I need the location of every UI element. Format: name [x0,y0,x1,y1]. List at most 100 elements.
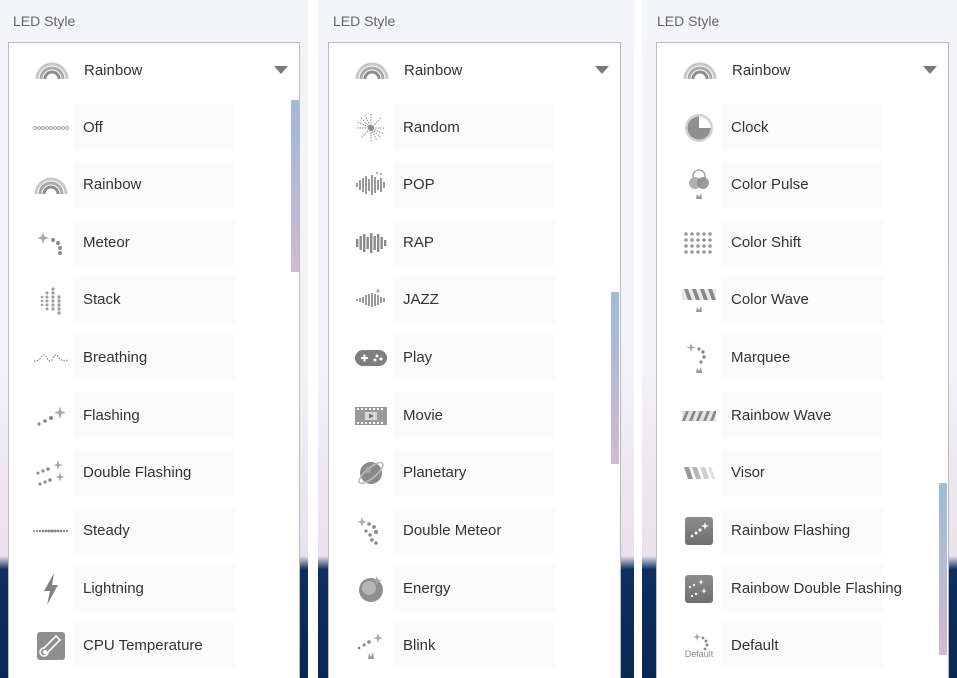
rainbow-double-flashing-icon [680,573,718,605]
meteor-icon [32,227,70,259]
option-label: Flashing [83,407,140,424]
option-label: Stack [83,291,121,308]
led-style-options-list[interactable]: Random POP RAP JAZZ Play Movie Planetary… [328,97,621,678]
option-double-flashing[interactable]: Double Flashing [9,444,289,501]
option-rap[interactable]: RAP [329,214,609,271]
rainbow-icon [35,62,69,80]
option-label: Double Meteor [403,522,502,539]
option-random[interactable]: Random [329,99,609,156]
option-clock[interactable]: Clock [657,99,937,156]
option-color-pulse[interactable]: Color Pulse [657,156,937,213]
option-jazz[interactable]: JAZZ [329,271,609,328]
option-default[interactable]: Default Default [657,617,937,674]
option-label: Visor [731,464,765,481]
option-breathing[interactable]: Breathing [9,329,289,386]
chevron-down-icon[interactable] [274,66,288,74]
option-label: Double Flashing [83,464,192,481]
led-style-dropdown[interactable]: Rainbow [656,42,949,98]
option-pop[interactable]: POP [329,156,609,213]
option-label: Meteor [83,234,130,251]
option-label: Clock [731,119,769,136]
option-play[interactable]: Play [329,329,609,386]
chevron-down-icon[interactable] [595,66,609,74]
option-double-meteor[interactable]: Double Meteor [329,502,609,559]
option-flashing[interactable]: Flashing [9,387,289,444]
color-wave-stripes-icon [680,284,718,316]
option-label: Rainbow Double Flashing [731,580,902,597]
led-style-label: LED Style [333,13,396,29]
option-rainbow-flashing[interactable]: Rainbow Flashing [657,502,937,559]
rainbow-icon [683,62,717,80]
dotted-line-icon [32,112,70,144]
option-label: Energy [403,580,451,597]
stack-icon [32,284,70,316]
option-rainbow-double-flashing[interactable]: Rainbow Double Flashing [657,560,937,617]
led-style-panel-3: LED Style Rainbow Clock Color Pulse Colo… [642,0,957,678]
option-cpu-temperature[interactable]: CPU Temperature [9,617,289,674]
film-icon [352,400,390,432]
option-rainbow[interactable]: Rainbow [9,156,289,213]
option-label: Color Pulse [731,176,809,193]
option-label: Lightning [83,580,144,597]
marquee-icon [680,342,718,374]
led-style-selected-value: Rainbow [84,61,143,79]
led-style-selected-value: Rainbow [732,61,791,79]
rainbow-wave-stripes-icon [680,400,718,432]
option-label: Movie [403,407,444,424]
option-planetary[interactable]: Planetary [329,444,609,501]
option-energy[interactable]: Energy [329,560,609,617]
lightning-bolt-icon [32,572,70,605]
led-style-selected-value: Rainbow [404,61,463,79]
clock-icon [680,112,718,144]
panel-divider [308,0,318,678]
led-style-dropdown[interactable]: Rainbow [328,42,621,98]
led-style-panel-1: LED Style Rainbow Off Rainbow Meteor Sta… [0,0,308,678]
rainbow-icon [355,62,389,80]
option-label: Color Shift [731,234,802,251]
option-off[interactable]: Off [9,99,289,156]
led-style-options-list[interactable]: Clock Color Pulse Color Shift Color Wave… [656,97,949,678]
option-label: POP [403,176,435,193]
option-label: JAZZ [403,291,439,308]
option-steady[interactable]: Steady [9,502,289,559]
rainbow-icon [32,169,70,201]
option-label: Marquee [731,349,791,366]
breathing-wave-icon [32,342,70,374]
chevron-down-icon[interactable] [923,66,937,74]
option-label: Planetary [403,464,467,481]
energy-orb-icon [352,573,390,605]
option-label: Blink [403,637,436,654]
scrollbar-thumb[interactable] [291,100,299,272]
scrollbar-thumb[interactable] [939,483,947,655]
option-visor[interactable]: Visor [657,444,937,501]
led-style-dropdown[interactable]: Rainbow [8,42,300,98]
option-rainbow-wave[interactable]: Rainbow Wave [657,387,937,444]
default-icon: Default [680,630,718,662]
led-style-label: LED Style [657,13,720,29]
option-blink[interactable]: Blink [329,617,609,674]
led-style-options-list[interactable]: Off Rainbow Meteor Stack Breathing Flash… [8,97,300,678]
option-marquee[interactable]: Marquee [657,329,937,386]
rap-equalizer-icon [352,227,390,259]
double-meteor-icon [352,515,390,547]
option-color-shift[interactable]: Color Shift [657,214,937,271]
option-stack[interactable]: Stack [9,271,289,328]
panel-divider [634,0,642,678]
option-label: Breathing [83,349,148,366]
option-lightning[interactable]: Lightning [9,560,289,617]
option-color-wave[interactable]: Color Wave [657,271,937,328]
option-label: RAP [403,234,434,251]
rainbow-flashing-icon [680,515,718,547]
gamepad-icon [352,342,390,374]
option-label: Play [403,349,433,366]
visor-icon [680,457,718,489]
color-shift-grid-icon [680,227,718,259]
option-label: Random [403,119,460,136]
scrollbar-thumb[interactable] [611,292,619,464]
led-style-panel-2: LED Style Rainbow Random POP RAP JAZZ Pl… [318,0,634,678]
flashing-icon [32,400,70,432]
option-meteor[interactable]: Meteor [9,214,289,271]
option-label: Steady [83,522,130,539]
option-movie[interactable]: Movie [329,387,609,444]
option-label: Default [731,637,779,654]
